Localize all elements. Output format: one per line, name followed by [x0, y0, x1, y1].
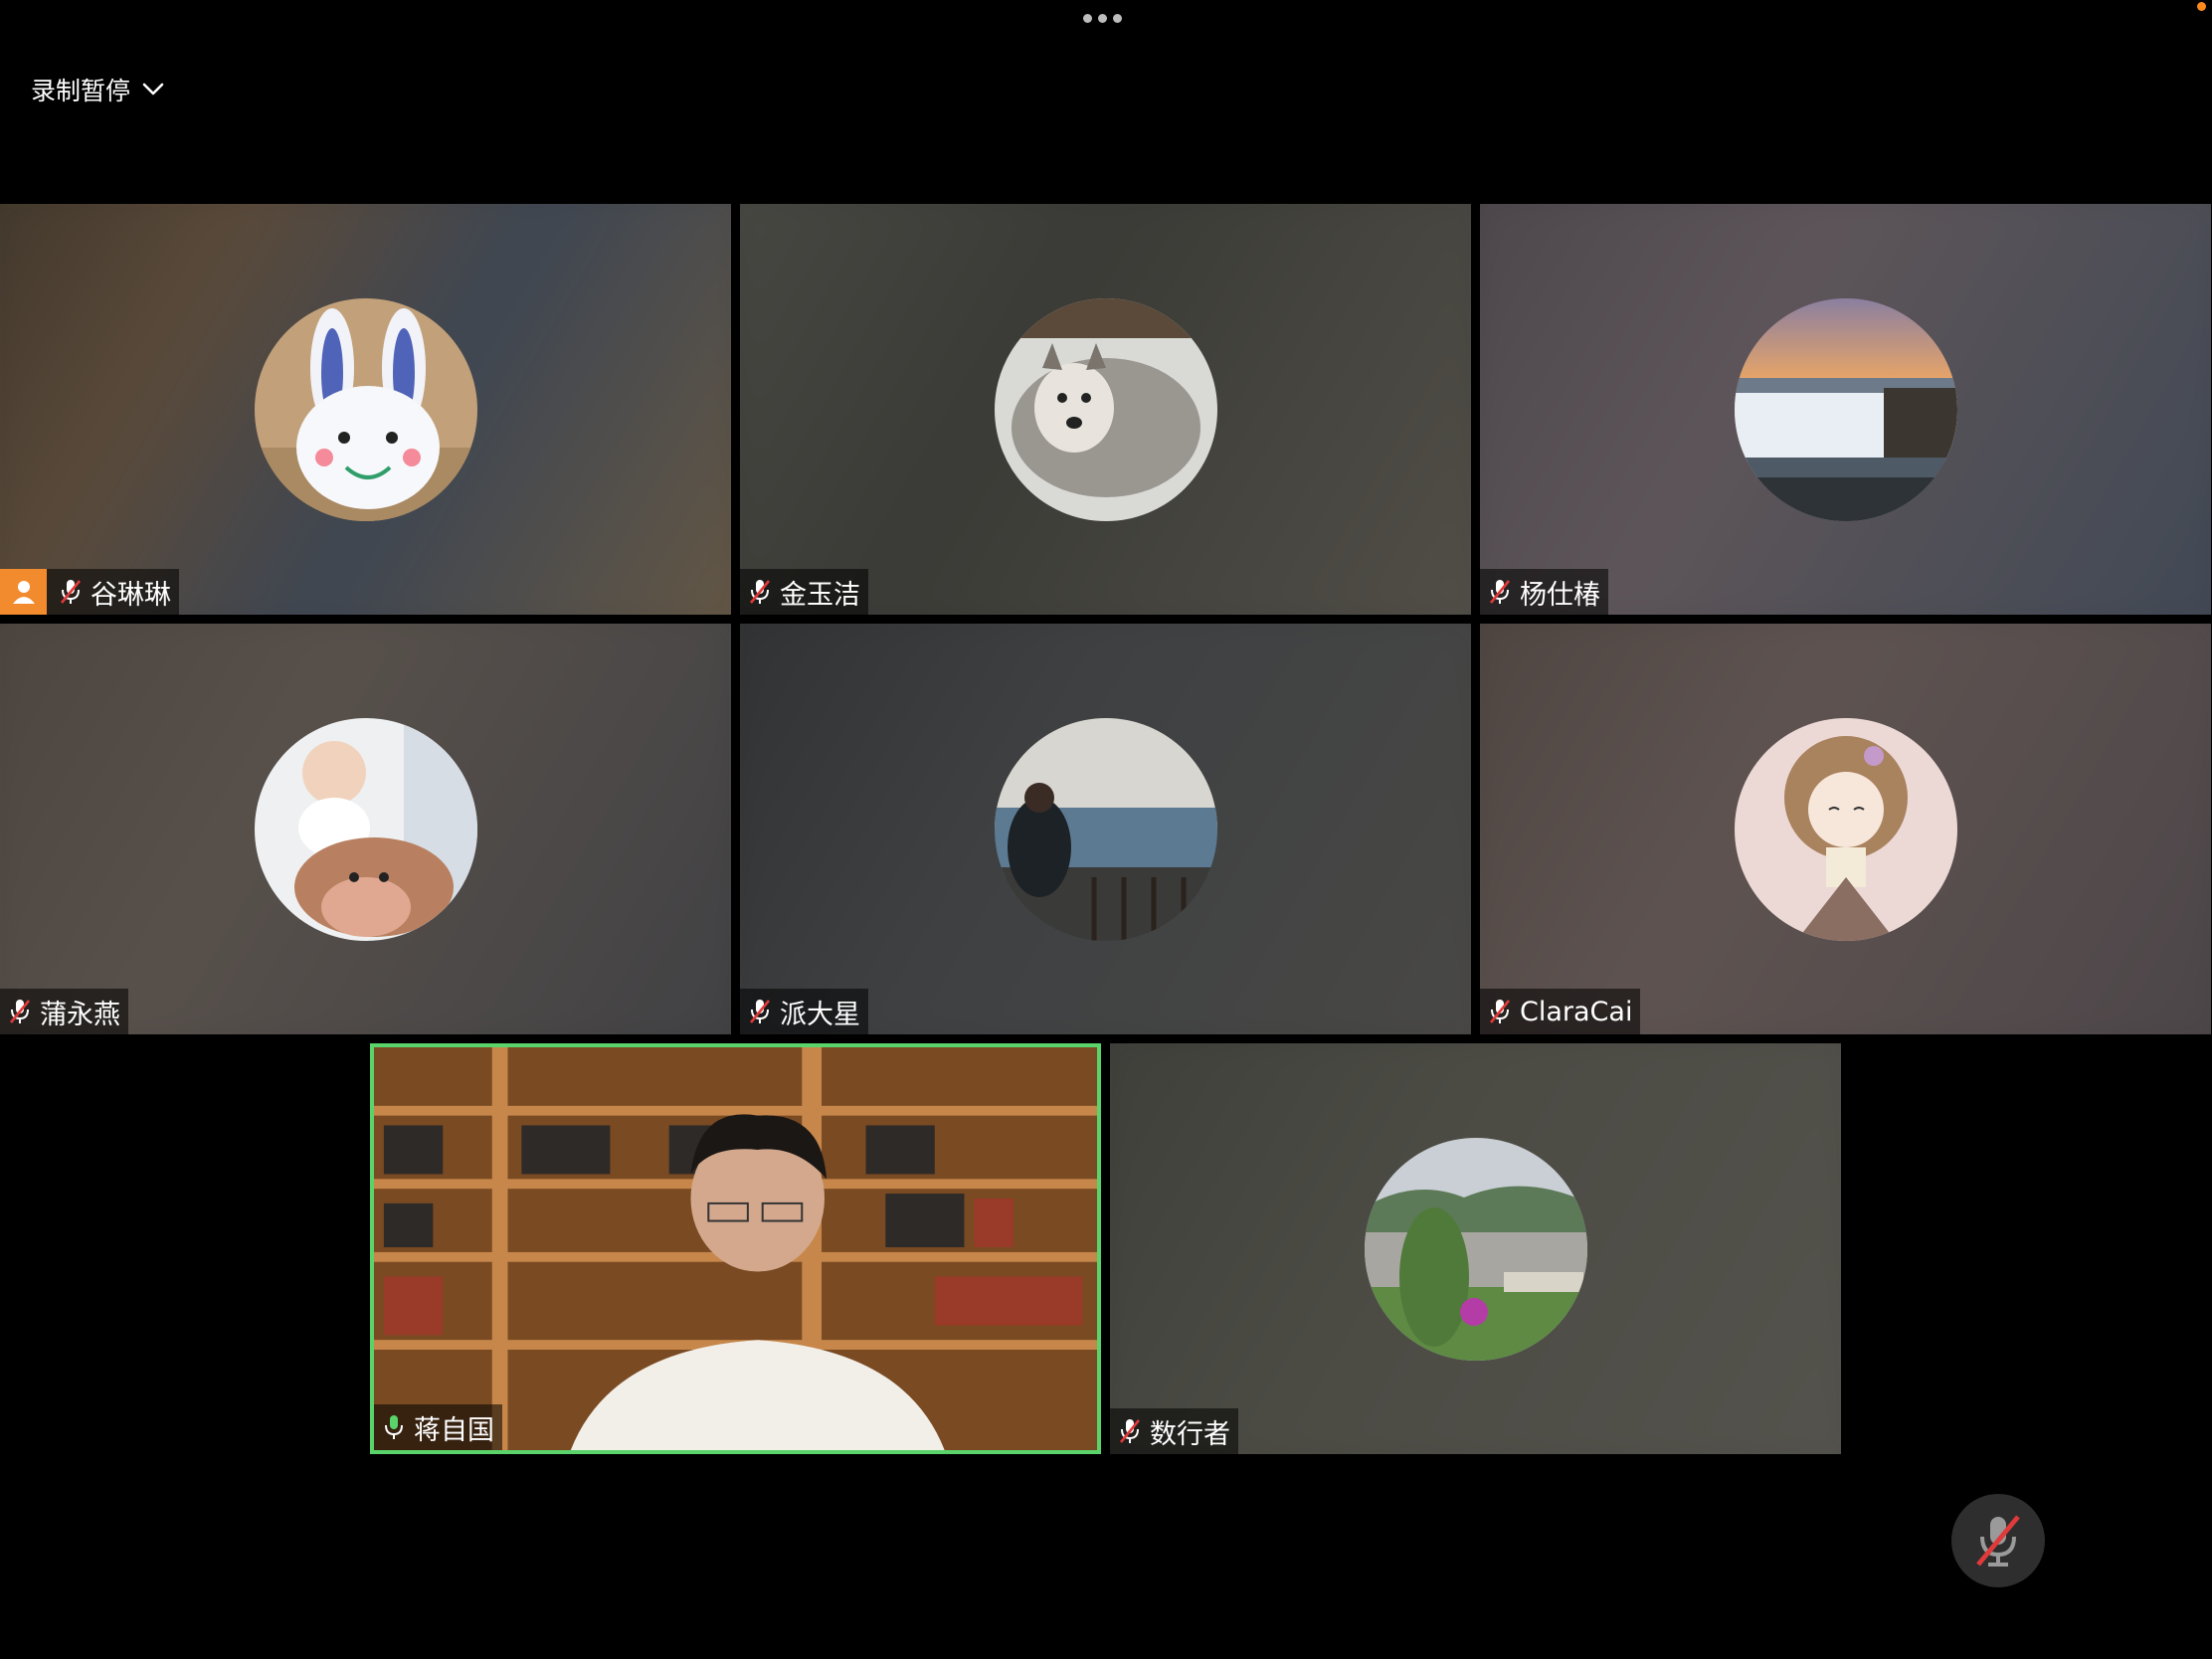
participant-name: 杨仕椿: [1520, 579, 1600, 611]
dog-avatar: [994, 297, 1217, 521]
mute-toggle-button[interactable]: [1951, 1494, 2045, 1587]
baby-avatar: [254, 717, 477, 941]
participant-name: 金玉洁: [780, 579, 860, 611]
participant-name: 蒲永燕: [40, 999, 120, 1030]
participant-tile-4[interactable]: 蒲永燕: [0, 624, 731, 1034]
recording-label: 录制暂停: [31, 77, 131, 105]
participant-name: 谷琳琳: [91, 579, 171, 611]
mic-muted-icon: [746, 997, 774, 1026]
mic-muted-icon: [57, 577, 85, 607]
chevron-down-icon: [142, 83, 164, 95]
more-dots-icon[interactable]: [1083, 14, 1122, 23]
participant-name: 蒋自国: [414, 1414, 494, 1446]
participant-label: 数行者: [1110, 1408, 1238, 1454]
waterfall-avatar: [1734, 297, 1957, 521]
participant-label: 蒲永燕: [0, 989, 128, 1034]
bunny-avatar: [254, 297, 477, 521]
participant-label: 蒋自国: [374, 1404, 502, 1450]
mic-active-icon: [380, 1412, 408, 1442]
participant-name: ClaraCai: [1520, 996, 1633, 1027]
cartoon-girl-avatar: [1734, 717, 1957, 941]
mic-muted-icon: [1976, 1515, 2020, 1567]
participant-tile-8[interactable]: 数行者: [1110, 1043, 1841, 1454]
recording-status-dropdown[interactable]: 录制暂停: [31, 72, 164, 107]
participant-label: 派大星: [740, 989, 868, 1034]
mic-muted-icon: [1116, 1416, 1144, 1446]
camera-video: [374, 1047, 1097, 1450]
mic-muted-icon: [1486, 577, 1514, 607]
participant-label: ClaraCai: [1480, 989, 1641, 1034]
participant-label: 金玉洁: [740, 569, 868, 615]
status-indicator: [2197, 2, 2206, 11]
participant-label: 杨仕椿: [1480, 569, 1608, 615]
landscape-avatar: [1364, 1137, 1587, 1361]
participant-name: 数行者: [1150, 1418, 1230, 1450]
participant-label: 谷琳琳: [0, 569, 179, 615]
participant-tile-6[interactable]: ClaraCai: [1480, 624, 2211, 1034]
participant-tile-active-speaker[interactable]: 蒋自国: [370, 1043, 1101, 1454]
participant-tile-3[interactable]: 杨仕椿: [1480, 204, 2211, 615]
participant-name: 派大星: [780, 999, 860, 1030]
mic-muted-icon: [1486, 997, 1514, 1026]
mic-muted-icon: [746, 577, 774, 607]
host-icon: [0, 569, 47, 615]
mic-muted-icon: [6, 997, 34, 1026]
participant-tile-1[interactable]: 谷琳琳: [0, 204, 731, 615]
seaside-avatar: [994, 717, 1217, 941]
participant-tile-5[interactable]: 派大星: [740, 624, 1471, 1034]
participant-tile-2[interactable]: 金玉洁: [740, 204, 1471, 615]
